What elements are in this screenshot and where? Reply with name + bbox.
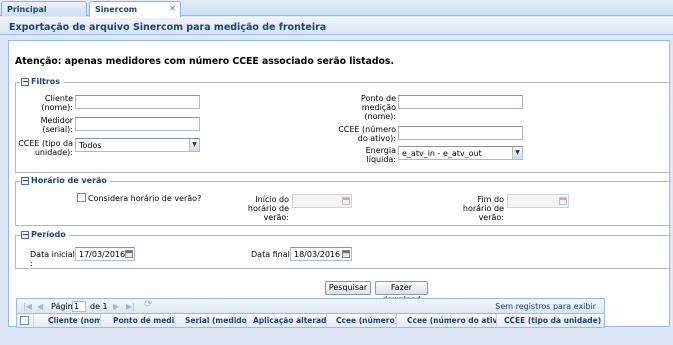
last-page-icon[interactable]: ▶|	[126, 302, 135, 311]
select-all-column[interactable]	[17, 314, 34, 327]
filtros-fieldset: − Filtros Cliente (nome): Medidor (seria…	[15, 77, 671, 173]
no-records-message: Sem registros para exibir	[495, 302, 596, 311]
filtros-legend-label: Filtros	[31, 77, 60, 86]
prev-page-icon[interactable]: ◀	[37, 302, 43, 311]
fim-horario-input	[507, 194, 569, 208]
next-page-icon[interactable]: ▶	[113, 302, 119, 311]
calendar-icon	[557, 195, 568, 207]
calendar-icon[interactable]	[340, 248, 351, 260]
column-header[interactable]: Ccee (número do ativo)	[397, 314, 497, 327]
column-header[interactable]: CCEE (tipo da unidade)	[497, 314, 605, 327]
ccee-numero-input[interactable]	[398, 126, 523, 140]
tab-sinercom-label: Sinercom	[95, 5, 138, 14]
form-panel: Atenção: apenas medidores com número CCE…	[8, 40, 671, 328]
grid-header: Cliente (nome) Ponto de medição Serial (…	[16, 314, 605, 328]
data-inicial-input[interactable]: 17/03/2016	[75, 247, 135, 261]
grid-paging-toolbar: |◀ ◀ Página 1 de 1 ▶ ▶| ⟳ Sem registros …	[16, 298, 605, 314]
chevron-down-icon[interactable]: ▼	[512, 147, 522, 159]
tab-principal[interactable]: Principal	[1, 1, 87, 16]
ponto-input[interactable]	[398, 95, 523, 109]
data-inicial-label: Data inicial :	[30, 250, 75, 268]
periodo-legend[interactable]: − Período	[20, 230, 69, 239]
horario-legend-label: Horário de verão	[31, 176, 107, 185]
energia-label: Energia líquida:	[365, 146, 396, 164]
data-final-value: 18/03/2016	[294, 250, 341, 259]
ccee-tipo-label: CCEE (tipo da unidade):	[18, 139, 73, 157]
tab-strip: Principal Sinercom ✕	[0, 0, 673, 17]
close-icon[interactable]: ✕	[168, 4, 177, 13]
ccee-numero-label: CCEE (número do ativo):	[338, 125, 396, 143]
tab-principal-label: Principal	[7, 5, 47, 14]
calendar-icon[interactable]	[123, 248, 134, 260]
page-count-label: de 1	[90, 302, 108, 311]
filtros-legend[interactable]: − Filtros	[20, 77, 63, 86]
minus-icon[interactable]: −	[21, 77, 29, 86]
page-number-input[interactable]: 1	[72, 301, 86, 312]
column-header[interactable]: Ponto de medição	[101, 314, 175, 327]
cliente-label: Cliente (nome):	[41, 94, 73, 112]
periodo-legend-label: Período	[31, 230, 66, 239]
horario-fieldset: − Horário de verão Considera horário de …	[15, 176, 671, 226]
ponto-label: Ponto de medição (nome):	[360, 94, 396, 121]
minus-icon[interactable]: −	[21, 176, 29, 185]
content-area: Atenção: apenas medidores com número CCE…	[0, 36, 673, 345]
inicio-horario-input	[292, 194, 352, 208]
pesquisar-button[interactable]: Pesquisar	[325, 281, 371, 295]
horario-legend[interactable]: − Horário de verão	[20, 176, 110, 185]
column-header[interactable]: Ccee (número)	[327, 314, 397, 327]
download-button[interactable]: Fazer download	[375, 281, 428, 304]
data-final-input[interactable]: 18/03/2016	[290, 247, 352, 261]
data-inicial-value: 17/03/2016	[79, 250, 126, 259]
chevron-down-icon[interactable]: ▼	[189, 139, 199, 151]
horario-verao-checkbox-label: Considera horário de verão?	[88, 194, 202, 203]
minus-icon[interactable]: −	[21, 230, 29, 239]
panel-title: Exportação de arquivo Sinercom para medi…	[0, 17, 673, 35]
ccee-tipo-value: Todos	[79, 141, 102, 150]
horario-verao-checkbox[interactable]	[77, 193, 86, 202]
inicio-horario-label: Início do horário de verão:	[247, 195, 289, 222]
attention-message: Atenção: apenas medidores com número CCE…	[15, 56, 394, 67]
calendar-icon	[340, 195, 351, 207]
column-header[interactable]: Cliente (nome)	[34, 314, 101, 327]
first-page-icon[interactable]: |◀	[23, 302, 32, 311]
cliente-input[interactable]	[75, 95, 200, 109]
fim-horario-label: Fim do horário de verão:	[462, 195, 504, 222]
refresh-icon[interactable]: ⟳	[144, 300, 152, 310]
periodo-fieldset: − Período Data inicial : 17/03/2016 Data…	[15, 230, 671, 269]
medidor-label: Medidor (serial):	[40, 116, 73, 134]
ccee-tipo-select[interactable]: Todos ▼	[75, 138, 200, 152]
medidor-input[interactable]	[75, 117, 200, 131]
tab-sinercom[interactable]: Sinercom ✕	[89, 1, 181, 17]
select-all-checkbox[interactable]	[20, 316, 29, 325]
energia-value: e_atv_in - e_atv_out	[402, 149, 482, 158]
energia-select[interactable]: e_atv_in - e_atv_out ▼	[398, 146, 523, 160]
column-header[interactable]: Serial (medidor)	[175, 314, 247, 327]
column-header[interactable]: Aplicação alterado	[247, 314, 327, 327]
